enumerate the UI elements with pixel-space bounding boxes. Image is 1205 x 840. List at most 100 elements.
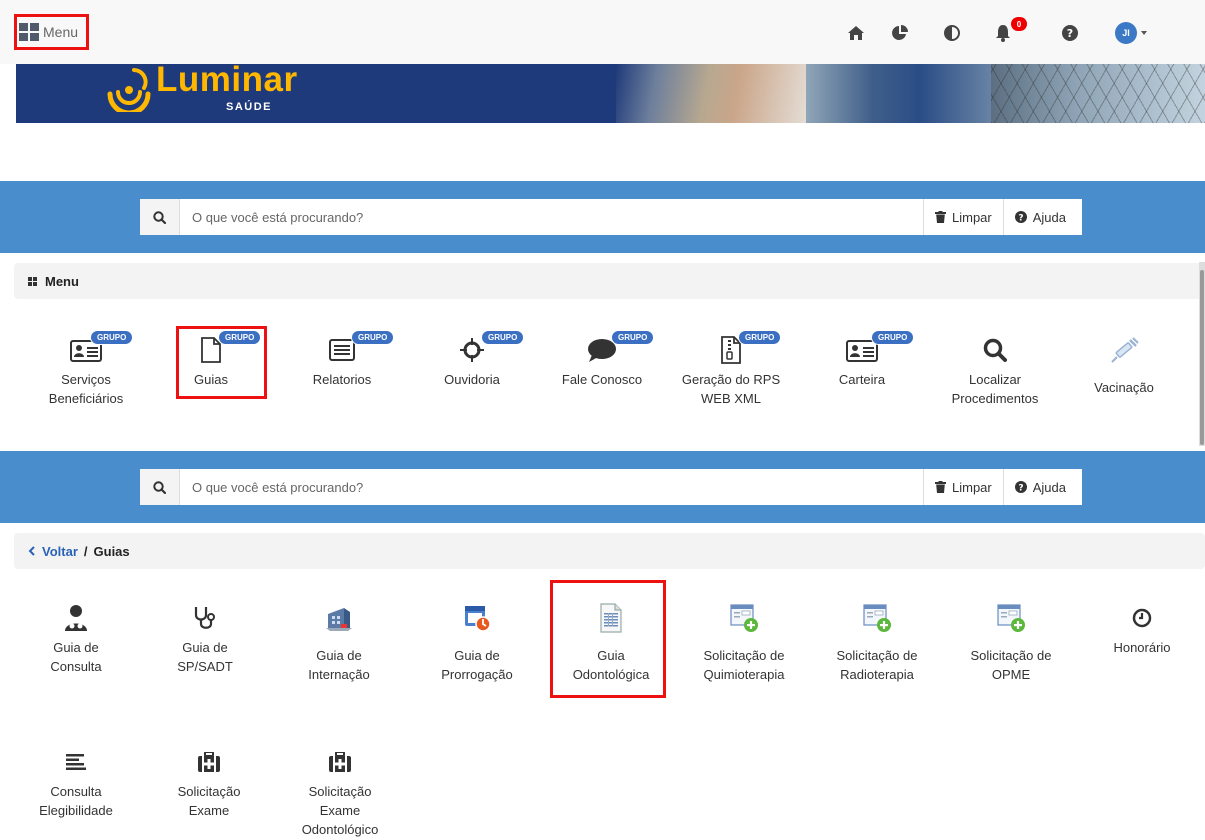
grid-icon — [28, 276, 37, 286]
home-icon[interactable] — [845, 20, 867, 46]
tile-label: Internação — [308, 667, 370, 682]
align-left-icon — [66, 754, 86, 770]
menu-tile-fale-conosco[interactable]: GRUPO Fale Conosco — [543, 330, 661, 389]
guia-tile-solicitacao-exame-odontologico[interactable]: Solicitação Exame Odontológico — [281, 742, 399, 839]
guia-tile-consulta-elegibilidade[interactable]: Consulta Elegibilidade — [17, 742, 135, 820]
tile-label: Guia de — [316, 648, 362, 663]
tile-label: Localizar — [968, 372, 1022, 387]
menu-toggle-button[interactable]: Menu — [14, 14, 89, 50]
notification-count-badge: 0 — [1011, 17, 1027, 31]
clear-label: Limpar — [952, 479, 992, 495]
brand-banner: Luminar SAÚDE — [16, 64, 1205, 123]
tile-label: Consulta — [50, 784, 102, 799]
grupo-badge: GRUPO — [871, 330, 915, 345]
bell-icon — [996, 25, 1010, 42]
menu-tile-relatorios[interactable]: GRUPO Relatorios — [283, 330, 401, 389]
tile-label: Guia de — [182, 640, 228, 655]
medkit-icon — [329, 752, 351, 772]
help-button[interactable]: ? Ajuda — [1002, 199, 1082, 235]
breadcrumb-separator: / — [83, 543, 88, 559]
tile-label: OPME — [991, 667, 1031, 682]
menu-toggle-label: Menu — [43, 24, 79, 40]
grupo-badge: GRUPO — [90, 330, 134, 345]
search-input[interactable] — [180, 469, 923, 505]
tile-label: Quimioterapia — [703, 667, 785, 682]
guia-tile-opme[interactable]: Solicitação de OPME — [952, 598, 1070, 684]
search-input[interactable] — [180, 199, 923, 235]
contrast-icon[interactable] — [941, 20, 963, 46]
tile-label: Solicitação de — [970, 648, 1052, 663]
form-add-icon — [997, 604, 1025, 632]
tile-label: Exame — [188, 803, 230, 818]
back-link[interactable]: Voltar — [42, 544, 78, 559]
tile-label: SP/SADT — [177, 659, 233, 674]
guia-tile-quimioterapia[interactable]: Solicitação de Quimioterapia — [685, 598, 803, 684]
scrollbar-thumb[interactable] — [1200, 270, 1204, 445]
tile-label: Beneficiários — [48, 391, 124, 406]
syringe-icon — [1111, 337, 1139, 363]
search-icon — [153, 210, 166, 224]
clear-button[interactable]: Limpar — [923, 469, 1003, 505]
luminar-logo-icon — [107, 68, 151, 112]
grupo-badge: GRUPO — [738, 330, 782, 345]
menu-tile-vacinacao[interactable]: Vacinação — [1065, 330, 1183, 397]
tile-label: Honorário — [1113, 640, 1171, 655]
stethoscope-icon — [194, 607, 215, 629]
guia-tile-sp-sadt[interactable]: Guia de SP/SADT — [146, 598, 264, 676]
clear-button[interactable]: Limpar — [923, 199, 1003, 235]
hospital-icon — [326, 608, 352, 631]
chevron-down-icon — [1141, 31, 1147, 35]
help-button[interactable]: ? Ajuda — [1002, 469, 1082, 505]
tile-label: Carteira — [838, 372, 886, 387]
banner-photo-power-station — [991, 64, 1205, 123]
menu-section-title: Menu — [45, 273, 79, 289]
banner-photo-technician — [806, 64, 996, 123]
logo-subtext: SAÚDE — [226, 101, 273, 113]
top-icons: 0 ? JI — [845, 17, 1205, 46]
search-band-bottom: Limpar ? Ajuda — [0, 451, 1205, 523]
user-menu[interactable]: JI — [1115, 20, 1155, 46]
menu-tile-servicos-beneficiarios[interactable]: GRUPO Serviços Beneficiários — [27, 330, 145, 408]
tile-label: Serviços — [61, 372, 111, 387]
notifications-button[interactable]: 0 — [994, 17, 1030, 46]
help-label: Ajuda — [1032, 479, 1066, 495]
guias-highlight-box — [176, 326, 267, 399]
search-button[interactable] — [140, 469, 180, 505]
avatar: JI — [1115, 22, 1137, 44]
search-band-top: Limpar ? Ajuda — [0, 181, 1205, 253]
guia-tile-radioterapia[interactable]: Solicitação de Radioterapia — [818, 598, 936, 684]
search-bar: Limpar ? Ajuda — [140, 199, 1082, 235]
tile-label: Procedimentos — [951, 391, 1039, 406]
search-button[interactable] — [140, 199, 180, 235]
pie-chart-icon[interactable] — [889, 20, 911, 46]
svg-text:?: ? — [1018, 214, 1023, 224]
top-bar: Menu 0 ? JI — [0, 0, 1205, 64]
menu-tile-geracao-rps[interactable]: GRUPO Geração do RPS WEB XML — [672, 330, 790, 408]
question-circle-icon: ? — [1014, 211, 1027, 224]
search-icon — [983, 338, 1007, 362]
menu-tile-carteira[interactable]: GRUPO Carteira — [803, 330, 921, 389]
guia-tile-internacao[interactable]: Guia de Internação — [280, 598, 398, 684]
medkit-icon — [198, 752, 220, 772]
tile-label: Relatorios — [312, 372, 372, 387]
grupo-badge: GRUPO — [481, 330, 525, 345]
clear-label: Limpar — [952, 209, 992, 225]
tile-label: Geração do RPS — [681, 372, 781, 387]
search-icon — [153, 480, 166, 494]
svg-text:?: ? — [1067, 27, 1073, 40]
question-circle-icon: ? — [1014, 481, 1027, 493]
help-icon[interactable]: ? — [1059, 20, 1081, 46]
guia-tile-prorrogacao[interactable]: Guia de Prorrogação — [418, 598, 536, 684]
list-icon — [329, 339, 355, 361]
clock-icon — [1132, 608, 1152, 628]
search-bar: Limpar ? Ajuda — [140, 469, 1082, 505]
menu-tile-localizar-procedimentos[interactable]: Localizar Procedimentos — [936, 330, 1054, 408]
tile-label: Ouvidoria — [444, 372, 500, 387]
menu-tile-ouvidoria[interactable]: GRUPO Ouvidoria — [413, 330, 531, 389]
tile-label: Consulta — [50, 659, 102, 674]
guia-tile-solicitacao-exame[interactable]: Solicitação Exame — [150, 742, 268, 820]
chevron-left-icon — [28, 546, 35, 556]
guia-tile-honorario[interactable]: Honorário — [1083, 598, 1201, 657]
grupo-badge: GRUPO — [351, 330, 395, 345]
guia-tile-consulta[interactable]: Guia de Consulta — [17, 598, 135, 676]
